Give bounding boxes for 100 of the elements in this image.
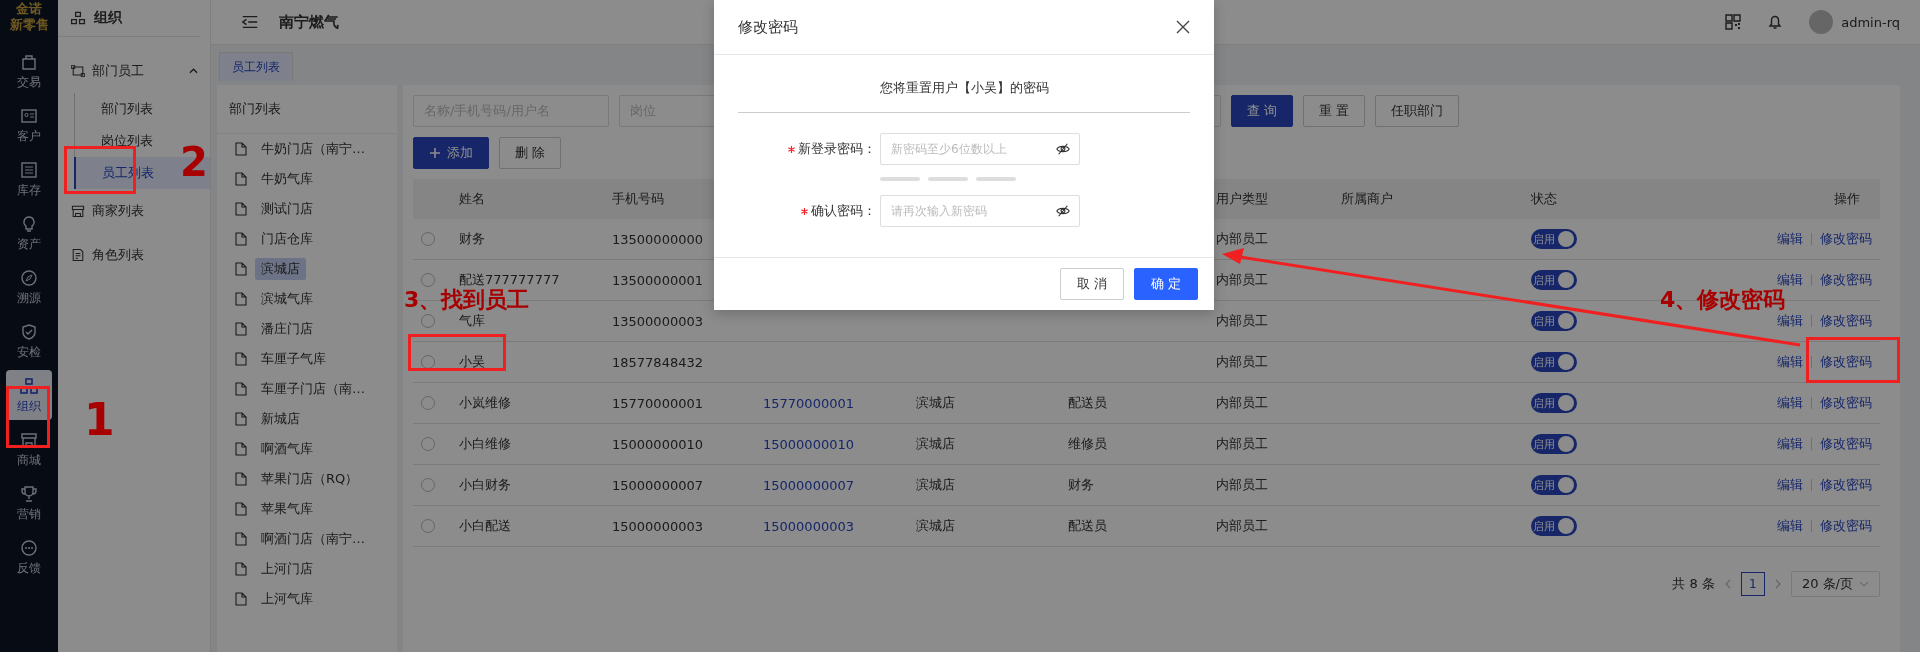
avatar[interactable] — [1809, 10, 1834, 34]
dialog-title: 修改密码 — [738, 17, 798, 37]
change-password-link[interactable]: 修改密码 — [1820, 476, 1872, 494]
sidebar-group[interactable]: 角色列表 — [58, 233, 210, 277]
tree-item[interactable]: 上河气库 — [255, 588, 319, 610]
edit-link[interactable]: 编辑 — [1777, 312, 1803, 330]
edit-link[interactable]: 编辑 — [1777, 435, 1803, 453]
table-cell-text: 内部员工 — [1216, 517, 1269, 535]
delete-button[interactable]: 删 除 — [499, 137, 562, 169]
table-cell-text: 内部员工 — [1216, 230, 1269, 248]
file-icon — [235, 352, 247, 366]
status-toggle[interactable]: 启用 — [1531, 352, 1577, 372]
plus-icon — [429, 147, 441, 159]
rail-item[interactable]: 资产 — [6, 208, 52, 258]
field-label: 新登录密码： — [738, 140, 880, 158]
change-password-link[interactable]: 修改密码 — [1820, 271, 1872, 289]
sidebar-item[interactable]: 部门列表 — [74, 93, 210, 125]
qr-code-icon[interactable] — [1725, 14, 1742, 30]
table-cell-text: 维修员 — [1068, 435, 1108, 453]
table-cell-text: 滨城店 — [916, 517, 956, 535]
eye-slash-icon[interactable] — [1056, 204, 1070, 218]
tree-item[interactable]: 上河门店 — [255, 558, 319, 580]
page-size-select[interactable]: 20 条/页 — [1790, 571, 1880, 597]
change-password-link[interactable]: 修改密码 — [1820, 353, 1872, 371]
rail-item[interactable]: 商城 — [6, 424, 52, 474]
header-title: 南宁燃气 — [279, 12, 339, 32]
sidebar-group[interactable]: 商家列表 — [58, 189, 210, 233]
edit-link[interactable]: 编辑 — [1777, 394, 1803, 412]
edit-link[interactable]: 编辑 — [1777, 230, 1803, 248]
table-cell-text: 小白财务 — [459, 476, 512, 494]
tree-item[interactable]: 新城店 — [255, 408, 306, 430]
eye-slash-icon[interactable] — [1056, 142, 1070, 156]
table-cell-text: 滨城店 — [916, 394, 956, 412]
table-cell-text: 15000000010 — [763, 436, 855, 452]
change-password-link[interactable]: 修改密码 — [1820, 230, 1872, 248]
rail-item[interactable]: 交易 — [6, 46, 52, 96]
edit-link[interactable]: 编辑 — [1777, 517, 1803, 535]
rail-item[interactable]: 反馈 — [6, 532, 52, 582]
tree-item[interactable]: 测试门店 — [255, 198, 319, 220]
confirm-button[interactable]: 确 定 — [1133, 268, 1198, 300]
tree-item[interactable]: 潘庄门店 — [255, 318, 319, 340]
change-password-link[interactable]: 修改密码 — [1820, 517, 1872, 535]
prev-page-icon[interactable] — [1724, 579, 1731, 589]
tab[interactable]: 员工列表 — [219, 52, 293, 81]
tree-item[interactable]: 牛奶气库 — [255, 168, 319, 190]
cancel-button[interactable]: 取 消 — [1059, 268, 1124, 300]
annotation-text: 4、修改密码 — [1660, 289, 1786, 311]
table-cell-text: 内部员工 — [1216, 271, 1269, 289]
file-icon — [235, 442, 247, 456]
tree-item[interactable]: 牛奶门店（南宁… — [255, 138, 371, 160]
tree-item[interactable]: 苹果门店（RQ） — [255, 468, 365, 490]
rail-item[interactable]: 安检 — [6, 316, 52, 366]
change-password-link[interactable]: 修改密码 — [1820, 312, 1872, 330]
query-button[interactable]: 查 询 — [1231, 95, 1294, 127]
status-toggle[interactable]: 启用 — [1531, 475, 1577, 495]
tree-item[interactable]: 车厘子门店（南… — [255, 378, 371, 400]
tree-item[interactable]: 苹果气库 — [255, 498, 319, 520]
tree-item[interactable]: 车厘子气库 — [255, 348, 332, 370]
add-button[interactable]: 添加 — [413, 137, 489, 169]
annotation-text: 3、找到员工 — [404, 289, 530, 311]
next-page-icon[interactable] — [1774, 579, 1781, 589]
user-name[interactable]: admin-rq — [1841, 14, 1900, 30]
frame-icon — [70, 63, 86, 79]
column-header: 姓名 — [459, 190, 486, 208]
tree-item[interactable]: 门店仓库 — [255, 228, 319, 250]
password-field[interactable]: 请再次输入新密码 — [880, 195, 1080, 227]
status-toggle[interactable]: 启用 — [1531, 516, 1577, 536]
file-icon — [235, 472, 247, 486]
tree-item[interactable]: 滨城店 — [255, 258, 306, 280]
rail-item[interactable]: 客户 — [6, 100, 52, 150]
status-toggle[interactable]: 启用 — [1531, 393, 1577, 413]
change-password-link[interactable]: 修改密码 — [1820, 394, 1872, 412]
tree-item[interactable]: 啊酒气库 — [255, 438, 319, 460]
total-count: 共 8 条 — [1672, 575, 1715, 593]
tree-item[interactable]: 啊酒门店（南宁… — [255, 528, 371, 550]
menu-fold-icon[interactable] — [241, 13, 259, 31]
file-icon — [235, 232, 247, 246]
status-toggle[interactable]: 启用 — [1531, 434, 1577, 454]
status-toggle[interactable]: 启用 — [1531, 311, 1577, 331]
department-button[interactable]: 任职部门 — [1375, 95, 1460, 127]
change-password-link[interactable]: 修改密码 — [1820, 435, 1872, 453]
rail-item[interactable]: 溯源 — [6, 262, 52, 312]
rail-item[interactable]: 库存 — [6, 154, 52, 204]
status-toggle[interactable]: 启用 — [1531, 270, 1577, 290]
table-cell-text: 小岚维修 — [459, 394, 512, 412]
reset-button[interactable]: 重 置 — [1303, 95, 1366, 127]
edit-link[interactable]: 编辑 — [1777, 353, 1803, 371]
edit-link[interactable]: 编辑 — [1777, 476, 1803, 494]
page-button[interactable]: 1 — [1740, 572, 1765, 596]
column-header: 操作 — [1833, 190, 1861, 208]
edit-link[interactable]: 编辑 — [1777, 271, 1803, 289]
rail-item[interactable]: 营销 — [6, 478, 52, 528]
close-icon[interactable] — [1176, 20, 1190, 34]
column-header: 状态 — [1531, 190, 1558, 208]
tree-item[interactable]: 滨城气库 — [255, 288, 319, 310]
bell-icon[interactable] — [1767, 14, 1784, 30]
status-toggle[interactable]: 启用 — [1531, 229, 1577, 249]
sidebar-group[interactable]: 部门员工 — [58, 49, 210, 93]
table-cell-text: 内部员工 — [1216, 394, 1269, 412]
file-icon — [235, 202, 247, 216]
